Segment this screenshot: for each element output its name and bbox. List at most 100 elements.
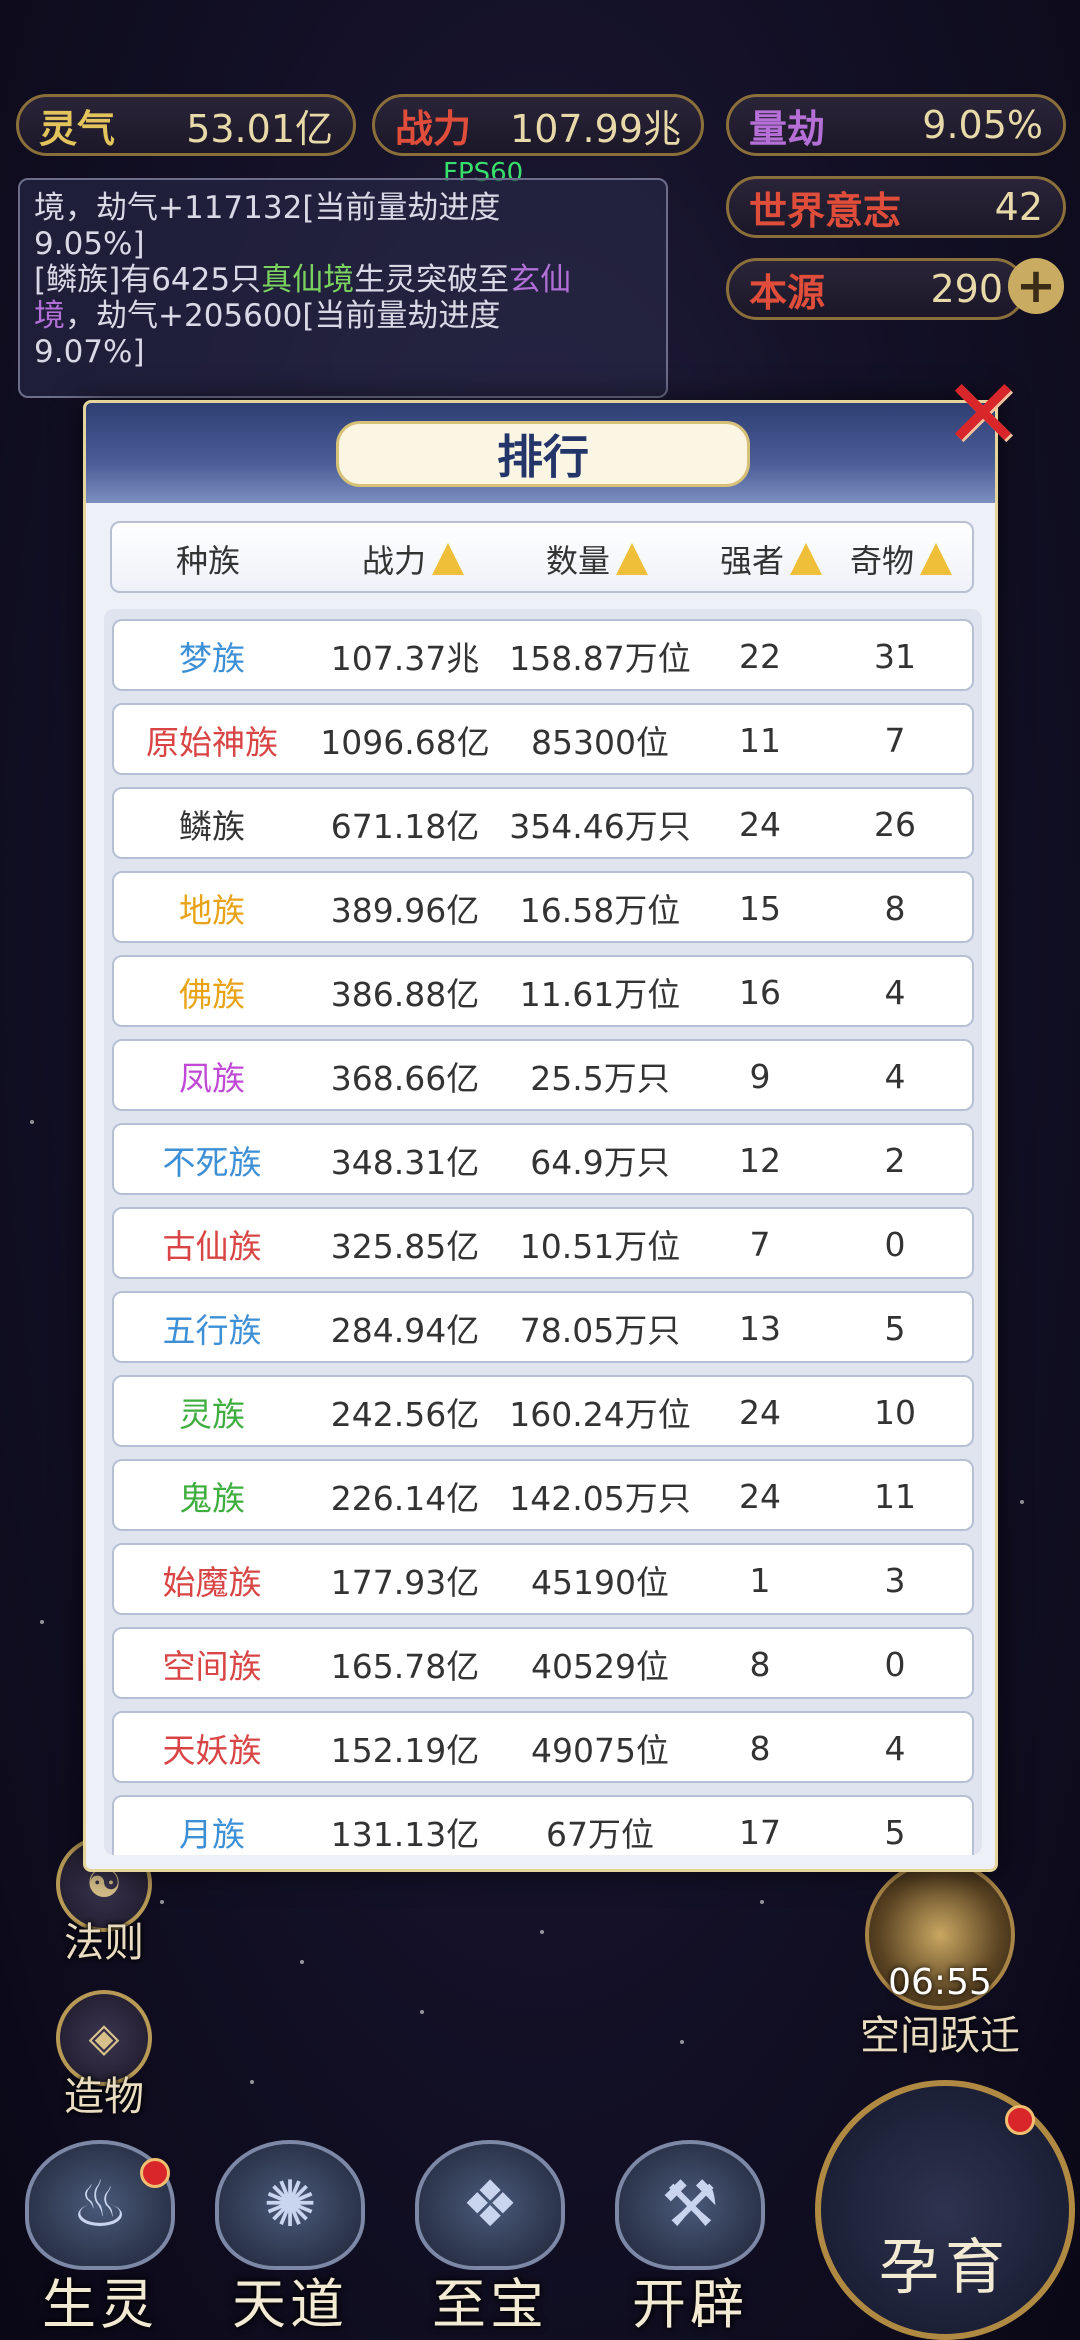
jump-timer: 06:55 (888, 1962, 992, 2003)
log-line: 9.07%] (34, 334, 145, 370)
race-name: 五行族 (162, 1311, 262, 1350)
col-label: 奇物 (850, 542, 915, 580)
table-row[interactable]: 天妖族 152.19亿 49075位 8 4 (112, 1711, 974, 1783)
benyuan-plus-button[interactable]: + (1008, 258, 1064, 314)
table-row[interactable]: 鬼族 226.14亿 142.05万只 24 11 (112, 1459, 974, 1531)
yun-yu-button[interactable]: 孕育 (815, 2080, 1075, 2340)
count-value: 16.58万位 (519, 891, 681, 930)
strong-value: 7 (749, 1224, 771, 1264)
treasure-value: 0 (884, 1224, 906, 1264)
liangjie-label: 量劫 (749, 105, 826, 151)
ranking-list[interactable]: 梦族 107.37兆 158.87万位 22 31 原始神族 1096.68亿 85300位 1… (104, 609, 982, 1855)
treasure-value: 4 (884, 1056, 906, 1096)
table-row[interactable]: 不死族 348.31亿 64.9万只 12 2 (112, 1123, 974, 1195)
log-line: 境，劫气+205600[当前量劫进度 (34, 298, 652, 334)
power-value: 165.78亿 (330, 1647, 480, 1686)
benyuan-value: 290 (930, 267, 1003, 311)
power-value: 107.37兆 (330, 639, 480, 678)
power-value: 671.18亿 (330, 807, 480, 846)
treasure-value: 10 (874, 1392, 916, 1432)
sort-power-button[interactable]: 战力 (362, 523, 465, 595)
notification-dot (1005, 2105, 1035, 2135)
nav-kai-pi[interactable]: ⚒ 开辟 (600, 2140, 780, 2340)
treasure-value: 0 (884, 1644, 906, 1684)
race-name: 原始神族 (146, 723, 278, 762)
treasure-value: 4 (884, 972, 906, 1012)
log-line: 境，劫气+117132[当前量劫进度 (34, 190, 501, 226)
strong-value: 17 (739, 1812, 781, 1852)
sort-arrow-icon (432, 543, 465, 575)
log-line: [鳞族]有6425只真仙境生灵突破至玄仙 (34, 262, 652, 298)
sort-arrow-icon (920, 543, 953, 575)
lingqi-stat[interactable]: 灵气 53.01亿 (16, 94, 356, 156)
nav-zhi-bao[interactable]: ❖ 至宝 (400, 2140, 580, 2340)
col-label: 数量 (546, 542, 611, 580)
table-row[interactable]: 地族 389.96亿 16.58万位 15 8 (112, 871, 974, 943)
lingqi-label: 灵气 (39, 105, 116, 151)
strong-value: 8 (749, 1644, 771, 1684)
nav-sheng-ling[interactable]: ♨ 生灵 (10, 2140, 190, 2340)
table-row[interactable]: 始魔族 177.93亿 45190位 1 3 (112, 1543, 974, 1615)
table-row[interactable]: 凤族 368.66亿 25.5万只 9 4 (112, 1039, 974, 1111)
log-segment: [鳞族]有6425只 (34, 262, 262, 298)
nav-label: 开辟 (632, 2273, 748, 2336)
event-log: 境，劫气+117132[当前量劫进度 9.05%] [鳞族]有6425只真仙境生… (18, 178, 668, 398)
sort-arrow-icon (790, 543, 823, 575)
benyuan-label: 本源 (749, 269, 826, 315)
table-row[interactable]: 梦族 107.37兆 158.87万位 22 31 (112, 619, 974, 691)
count-value: 158.87万位 (509, 639, 691, 678)
nav-label: 至宝 (432, 2273, 548, 2336)
sort-strong-button[interactable]: 强者 (720, 523, 823, 595)
nav-tian-dao[interactable]: ✺ 天道 (200, 2140, 380, 2340)
zhanli-stat[interactable]: 战力 107.99兆 (372, 94, 704, 156)
race-name: 凤族 (179, 1059, 245, 1098)
table-row[interactable]: 原始神族 1096.68亿 85300位 11 7 (112, 703, 974, 775)
table-row[interactable]: 鳞族 671.18亿 354.46万只 24 26 (112, 787, 974, 859)
sort-count-button[interactable]: 数量 (546, 523, 649, 595)
liangjie-stat[interactable]: 量劫 9.05% (726, 94, 1066, 156)
table-row[interactable]: 月族 131.13亿 67万位 17 5 (112, 1795, 974, 1855)
race-name: 天妖族 (162, 1731, 262, 1770)
table-row[interactable]: 灵族 242.56亿 160.24万位 24 10 (112, 1375, 974, 1447)
table-row[interactable]: 古仙族 325.85亿 10.51万位 7 0 (112, 1207, 974, 1279)
log-highlight: 真仙境 (261, 262, 355, 298)
benyuan-stat[interactable]: 本源 290 (726, 258, 1026, 320)
power-value: 177.93亿 (330, 1563, 480, 1602)
race-name: 始魔族 (162, 1563, 262, 1602)
race-name: 鳞族 (179, 807, 245, 846)
sort-arrow-icon (616, 543, 649, 575)
zao-wu-button[interactable]: ◈ 造物 (44, 1990, 164, 2120)
strong-value: 24 (739, 804, 781, 844)
count-value: 45190位 (531, 1563, 669, 1602)
space-jump-button[interactable]: 06:55 空间跃迁 (835, 1860, 1045, 2059)
yun-yu-label: 孕育 (879, 2233, 1011, 2303)
shijie-value: 42 (994, 185, 1043, 229)
sort-treasure-button[interactable]: 奇物 (850, 523, 953, 595)
close-icon[interactable]: ✕ (935, 358, 1031, 470)
race-name: 鬼族 (179, 1479, 245, 1518)
table-row[interactable]: 五行族 284.94亿 78.05万只 13 5 (112, 1291, 974, 1363)
strong-value: 12 (739, 1140, 781, 1180)
table-row[interactable]: 佛族 386.88亿 11.61万位 16 4 (112, 955, 974, 1027)
shijie-label: 世界意志 (749, 187, 902, 233)
table-row[interactable]: 空间族 165.78亿 40529位 8 0 (112, 1627, 974, 1699)
power-value: 368.66亿 (330, 1059, 480, 1098)
power-value: 389.96亿 (330, 891, 480, 930)
fa-ze-label: 法则 (64, 1920, 144, 1966)
treasure-value: 7 (884, 720, 906, 760)
count-value: 40529位 (531, 1647, 669, 1686)
treasure-value: 31 (874, 636, 916, 676)
count-value: 10.51万位 (519, 1227, 681, 1266)
zhanli-label: 战力 (395, 105, 472, 151)
treasure-value: 2 (884, 1140, 906, 1180)
lingqi-value: 53.01亿 (186, 106, 333, 151)
treasure-value: 5 (884, 1308, 906, 1348)
jump-label: 空间跃迁 (860, 2013, 1020, 2059)
shijie-stat[interactable]: 世界意志 42 (726, 176, 1066, 238)
count-value: 85300位 (531, 723, 669, 762)
liangjie-value: 9.05% (922, 103, 1043, 147)
ranking-column-header: 种族 战力 数量 强者 奇物 (110, 521, 974, 593)
log-highlight: 玄仙 (509, 262, 572, 298)
count-value: 354.46万只 (509, 807, 691, 846)
power-value: 348.31亿 (330, 1143, 480, 1182)
